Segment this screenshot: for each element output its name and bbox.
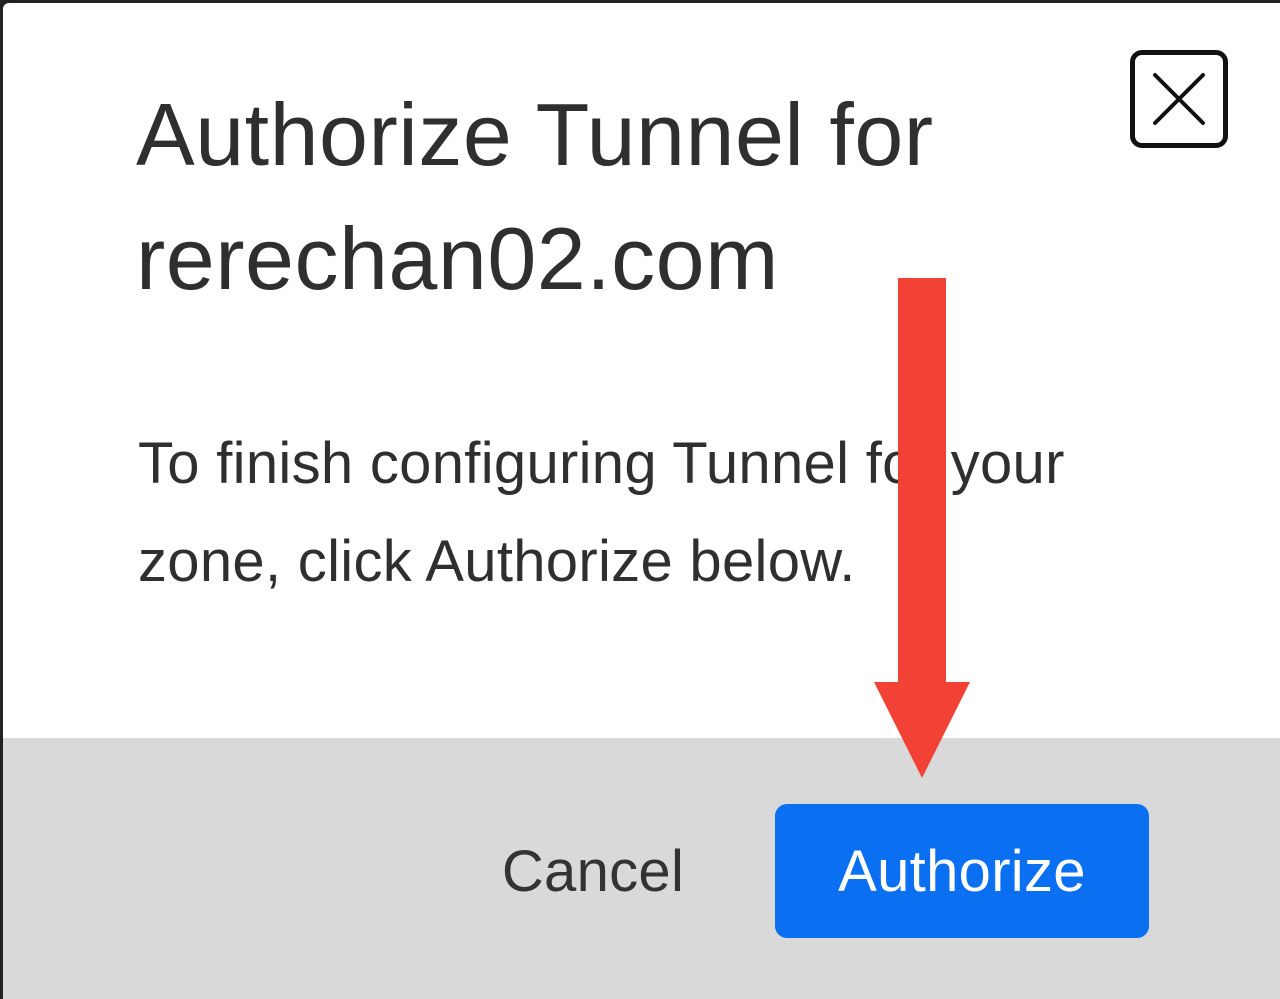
dialog-title: Authorize Tunnel for rerechan02.com [136, 85, 934, 308]
dialog-footer: Cancel Authorize [3, 738, 1280, 999]
dialog-message: To finish configuring Tunnel for your zo… [138, 431, 1065, 594]
close-button[interactable] [1130, 50, 1228, 148]
close-icon [1149, 69, 1209, 129]
authorize-tunnel-dialog: Authorize Tunnel for rerechan02.com To f… [3, 3, 1280, 999]
cancel-button[interactable]: Cancel [473, 804, 713, 938]
authorize-button[interactable]: Authorize [775, 804, 1149, 938]
